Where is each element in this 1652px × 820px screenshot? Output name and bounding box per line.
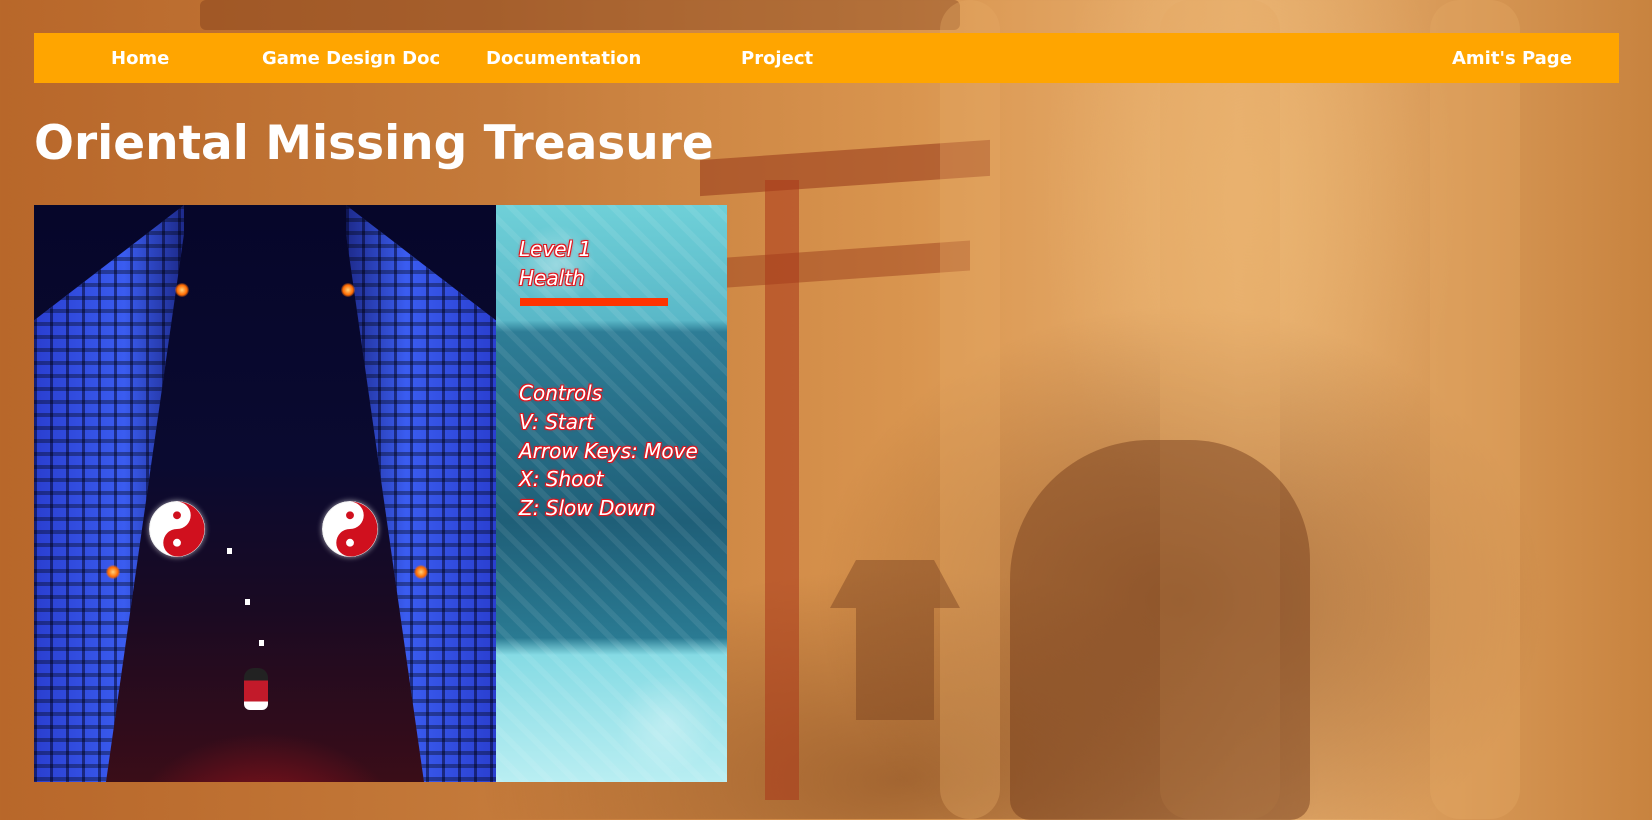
background-tree [1160,0,1280,819]
nav-game-design-doc-link[interactable]: Game Design Doc [262,48,440,69]
background-torii-beam [700,240,970,290]
background-tree [1430,0,1520,819]
player-bullet [227,548,232,554]
nav-documentation-link[interactable]: Documentation [486,48,641,69]
background-lantern [830,560,960,720]
control-move: Arrow Keys: Move [519,439,698,463]
control-slow: Z: Slow Down [519,496,656,520]
health-bar [520,298,668,306]
torch-glow [106,565,120,579]
nav-amits-page-link[interactable]: Amit's Page [1452,48,1572,69]
page-title: Oriental Missing Treasure [34,116,714,171]
background-torii-beam [700,139,990,197]
right-stair-wall [346,205,496,782]
player-bullet [259,640,264,646]
torch-glow [341,283,355,297]
controls-heading: Controls [519,381,603,405]
control-start: V: Start [519,410,595,434]
level-label: Level 1 [519,237,592,261]
game-playfield [34,205,496,782]
torch-glow [175,283,189,297]
left-stair-wall [34,205,184,782]
background-tree [940,0,1000,819]
background-torii-top [200,0,960,30]
player-bullet [245,599,250,605]
torch-glow [414,565,428,579]
yinyang-orb-enemy [149,501,205,557]
yinyang-orb-enemy [322,501,378,557]
navbar: Home Game Design Doc Documentation Proje… [34,33,1619,83]
game-canvas[interactable]: Level 1 Health Controls V: Start Arrow K… [34,205,727,782]
player-character [244,668,268,710]
control-shoot: X: Shoot [519,467,604,491]
nav-project-link[interactable]: Project [741,48,813,69]
game-hud-panel: Level 1 Health Controls V: Start Arrow K… [496,205,727,782]
health-label: Health [519,266,585,290]
background-rock [1010,440,1310,820]
nav-home-link[interactable]: Home [111,48,169,69]
background-torii-pillar [765,180,799,800]
